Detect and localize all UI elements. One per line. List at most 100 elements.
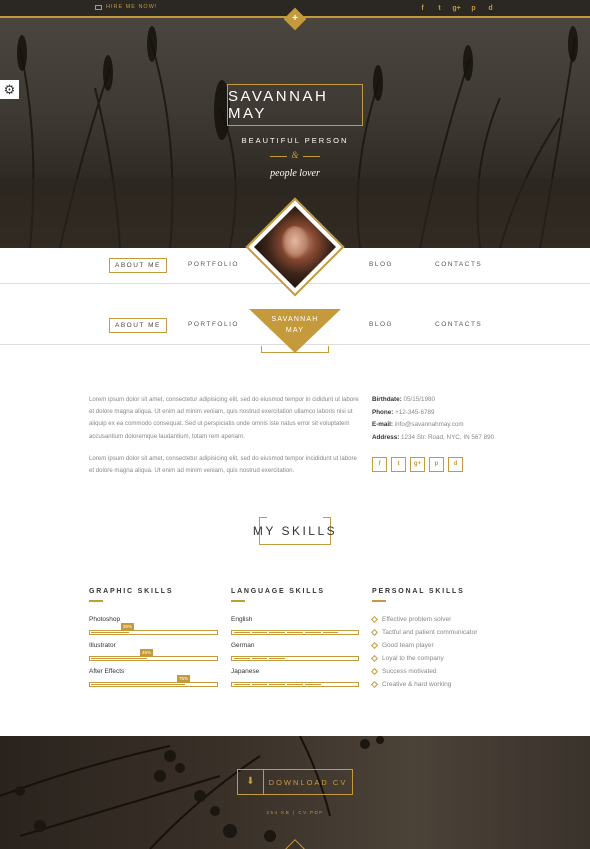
twitter-icon[interactable]: t (391, 457, 406, 472)
personal-skill-item: Loyal to the company (370, 654, 444, 663)
hero-name-box: SAVANNAH MAY (227, 84, 363, 126)
brand-line-1: SAVANNAH (271, 316, 319, 323)
language-level-segment (322, 658, 339, 659)
language-level-segment (287, 658, 303, 659)
language-level-segment (251, 632, 268, 633)
skill-after-effects-percent: 75% (177, 675, 191, 682)
download-cv-section: ⬇ DOWNLOAD CV 254 KB | CV.PDF (0, 736, 590, 849)
sticky-nav-contacts[interactable]: CONTACTS (430, 318, 487, 333)
skills-heading: MY SKILLS (252, 524, 338, 538)
diamond-bullet-icon (370, 641, 379, 650)
lang-japanese-bar (231, 682, 359, 687)
nav-contacts[interactable]: CONTACTS (430, 258, 487, 273)
diamond-bullet-icon (370, 615, 379, 624)
language-level-segment (287, 684, 303, 685)
language-level-segment (340, 632, 357, 633)
diamond-bullet-icon (370, 628, 379, 637)
language-level-segment (304, 632, 321, 633)
skill-photoshop-label: Photoshop (89, 616, 121, 623)
lang-english-label: English (231, 616, 253, 623)
envelope-icon (95, 4, 102, 10)
language-skills-title: LANGUAGE SKILLS (231, 588, 325, 602)
diamond-bullet-icon (370, 680, 379, 689)
email-row: E-mail: info@savannahmay.com (372, 421, 464, 429)
skill-illustrator-percent: 45% (140, 649, 154, 656)
sticky-nav-blog[interactable]: BLOG (364, 318, 398, 333)
personal-skill-item: Success motivated (370, 667, 437, 676)
dribbble-icon[interactable]: d (448, 457, 463, 472)
skill-after-effects-label: After Effects (89, 668, 125, 675)
language-level-segment (287, 632, 303, 633)
pinterest-icon[interactable]: p (429, 457, 444, 472)
lang-english-bar (231, 630, 359, 635)
diamond-bullet-icon (370, 667, 379, 676)
skill-illustrator-label: Illustrator (89, 642, 116, 649)
about-paragraph-1: Lorem ipsum dolor sit amet, consectetur … (89, 396, 359, 440)
about-paragraph-2: Lorem ipsum dolor sit amet, consectetur … (89, 455, 357, 475)
dribbble-icon[interactable]: d (486, 4, 495, 13)
facebook-icon[interactable]: f (418, 4, 427, 13)
language-level-segment (251, 658, 268, 659)
language-level-segment (340, 658, 357, 659)
pinterest-icon[interactable]: p (469, 4, 478, 13)
language-level-segment (269, 684, 286, 685)
language-level-segment (322, 684, 339, 685)
language-level-segment (340, 684, 357, 685)
hire-me-link[interactable]: HIRE ME NOW! (95, 4, 157, 10)
about-social-links: f t g+ p d (372, 457, 463, 472)
personal-skill-item: Good team player (370, 641, 434, 650)
hero-tagline: people lover (270, 168, 320, 179)
birthdate-row: Birthdate: 05/15/1980 (372, 396, 436, 403)
hero-subtitle: BEAUTIFUL PERSON (241, 136, 349, 145)
skill-photoshop-bar (89, 630, 218, 635)
nav-portfolio[interactable]: PORTFOLIO (183, 258, 244, 273)
download-cv-label: DOWNLOAD CV (268, 777, 348, 787)
hire-me-label: HIRE ME NOW! (106, 4, 158, 10)
language-level-segment (269, 632, 286, 633)
graphic-skills-title: GRAPHIC SKILLS (89, 588, 174, 602)
address-row: Address: 1234 Str. Road, NYC, IN 567 890 (372, 433, 495, 441)
skill-after-effects-bar (89, 682, 218, 687)
lang-german-bar (231, 656, 359, 661)
language-level-segment (234, 632, 250, 633)
diamond-bullet-icon (370, 654, 379, 663)
google-plus-icon[interactable]: g+ (410, 457, 425, 472)
lang-german-label: German (231, 642, 255, 649)
personal-skill-item: Creative & hard working (370, 680, 451, 689)
personal-skills-title: PERSONAL SKILLS (372, 588, 465, 602)
language-level-segment (304, 684, 321, 685)
language-level-segment (251, 684, 268, 685)
sticky-nav-portfolio[interactable]: PORTFOLIO (183, 318, 244, 333)
phone-row: Phone: +12-345-6789 (372, 408, 435, 416)
language-level-segment (304, 658, 321, 659)
language-level-segment (322, 632, 339, 633)
profile-face (281, 226, 309, 260)
download-icon: ⬇ (238, 770, 264, 794)
hero-ampersand: & (291, 150, 299, 160)
top-social-links: f t g+ p d (418, 4, 495, 13)
language-level-segment (234, 658, 250, 659)
sticky-nav-about-me[interactable]: ABOUT ME (109, 318, 167, 333)
skill-photoshop-percent: 30% (121, 623, 135, 630)
language-level-segment (269, 658, 286, 659)
facebook-icon[interactable]: f (372, 457, 387, 472)
plus-icon[interactable]: + (289, 13, 301, 25)
nav-about-me[interactable]: ABOUT ME (109, 258, 167, 273)
lang-japanese-label: Japanese (231, 668, 260, 675)
download-cv-button[interactable]: ⬇ DOWNLOAD CV (237, 769, 353, 795)
settings-gear-icon[interactable]: ⚙ (0, 80, 19, 99)
personal-info: Birthdate: 05/15/1980 Phone: +12-345-678… (372, 394, 494, 444)
skill-fill (91, 632, 129, 633)
google-plus-icon[interactable]: g+ (452, 4, 461, 13)
twitter-icon[interactable]: t (435, 4, 444, 13)
skill-illustrator-bar (89, 656, 218, 661)
personal-skill-item: Effective problem solver (370, 615, 451, 624)
skill-fill (91, 684, 185, 685)
hero-name: SAVANNAH MAY (228, 88, 329, 122)
brand-line-2: MAY (285, 327, 305, 334)
nav-blog[interactable]: BLOG (364, 258, 398, 273)
personal-skill-item: Tactful and patient communicator (370, 628, 477, 637)
brand-logo[interactable]: SAVANNAH MAY (249, 314, 341, 336)
language-level-segment (234, 684, 250, 685)
skill-fill (91, 658, 147, 659)
